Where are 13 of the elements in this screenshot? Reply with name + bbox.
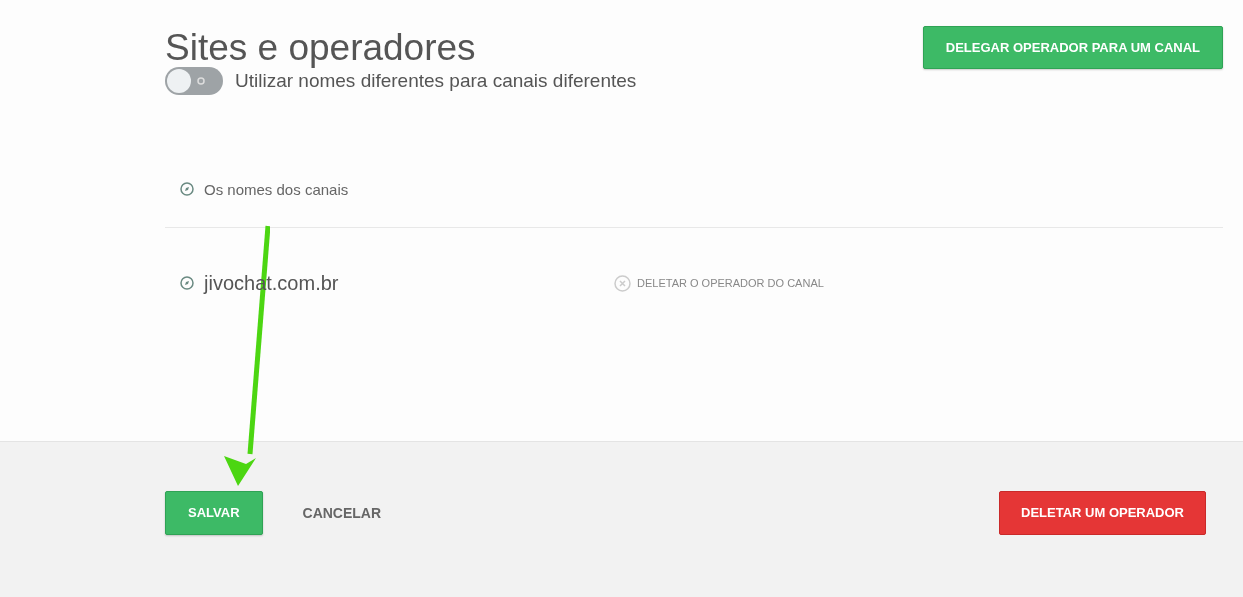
off-icon [197,77,205,85]
compass-icon [180,276,194,290]
delete-channel-operator-link[interactable]: DELETAR O OPERADOR DO CANAL [614,274,824,292]
delete-operator-button[interactable]: DELETAR UM OPERADOR [999,490,1206,535]
column-header: Os nomes dos canais [204,180,349,198]
close-icon [614,274,631,292]
compass-icon [180,182,194,196]
cancel-button[interactable]: CANCELAR [296,503,388,522]
save-button[interactable]: SALVAR [165,490,263,535]
delegate-operator-button[interactable]: DELEGAR OPERADOR PARA UM CANAL [922,26,1223,69]
toggle-switch[interactable] [165,67,223,95]
page-title: Sites e operadores [165,26,476,70]
toggle-label: Utilizar nomes diferentes para canais diferentes [235,70,637,92]
